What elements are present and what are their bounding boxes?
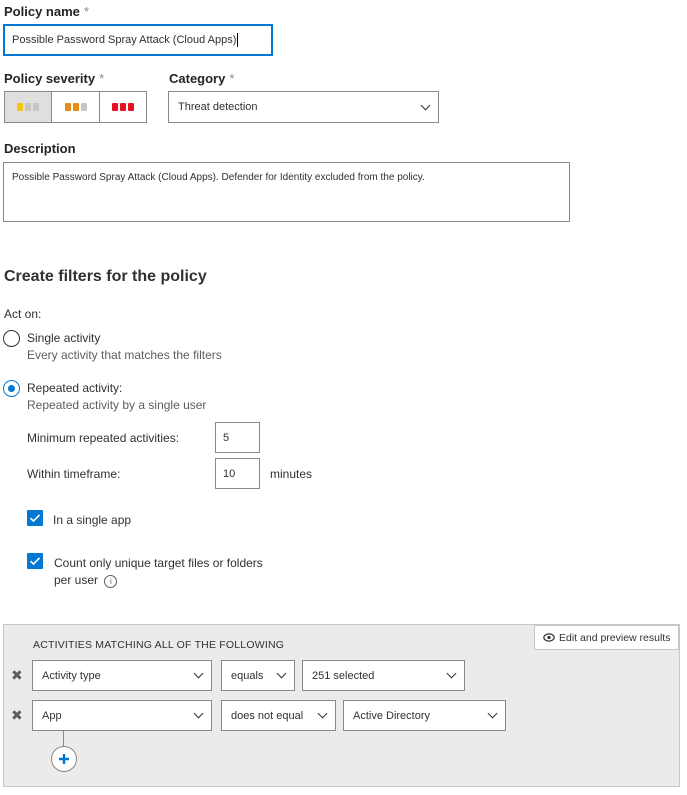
min-repeated-label: Minimum repeated activities: bbox=[27, 431, 180, 445]
severity-bar bbox=[120, 103, 126, 111]
act-on-label: Act on: bbox=[4, 307, 42, 321]
severity-bar bbox=[128, 103, 134, 111]
category-label-text: Category bbox=[169, 71, 226, 86]
severity-medium-button[interactable] bbox=[51, 91, 100, 123]
filters-heading: Create filters for the policy bbox=[4, 268, 207, 285]
required-mark: * bbox=[99, 71, 105, 86]
edit-preview-button[interactable]: Edit and preview results bbox=[534, 625, 679, 650]
row2-field-dropdown[interactable]: App bbox=[32, 700, 212, 731]
severity-high-button[interactable] bbox=[99, 91, 147, 123]
severity-bar bbox=[112, 103, 118, 111]
row1-field-dropdown[interactable]: Activity type bbox=[32, 660, 212, 691]
severity-bar bbox=[33, 103, 39, 111]
row1-operator-value: equals bbox=[231, 669, 264, 682]
required-mark: * bbox=[83, 4, 89, 19]
timeframe-value: 10 bbox=[223, 467, 236, 480]
row1-value-text: 251 selected bbox=[312, 669, 375, 682]
single-app-label[interactable]: In a single app bbox=[53, 513, 131, 527]
row1-value-dropdown[interactable]: 251 selected bbox=[302, 660, 465, 691]
activities-heading: ACTIVITIES MATCHING ALL OF THE FOLLOWING bbox=[33, 639, 285, 651]
category-dropdown[interactable]: Threat detection bbox=[168, 91, 439, 123]
min-repeated-value: 5 bbox=[223, 431, 230, 444]
text-cursor bbox=[237, 33, 239, 47]
remove-row-icon[interactable]: ✖ bbox=[11, 667, 23, 684]
repeated-activity-radio[interactable] bbox=[3, 380, 20, 397]
row2-operator-dropdown[interactable]: does not equal bbox=[221, 700, 336, 731]
edit-preview-label: Edit and preview results bbox=[559, 631, 671, 644]
add-filter-button[interactable] bbox=[51, 746, 77, 772]
severity-bar bbox=[25, 103, 31, 111]
chevron-down-icon bbox=[487, 708, 498, 719]
description-value: Possible Password Spray Attack (Cloud Ap… bbox=[12, 172, 425, 183]
policy-severity-label-text: Policy severity bbox=[4, 71, 96, 86]
row1-field-value: Activity type bbox=[42, 669, 101, 682]
chevron-down-icon bbox=[193, 668, 204, 679]
checkmark-icon bbox=[29, 514, 41, 523]
category-label: Category * bbox=[169, 71, 234, 86]
severity-low-button[interactable] bbox=[4, 91, 52, 123]
min-repeated-input[interactable]: 5 bbox=[215, 422, 260, 453]
severity-bar bbox=[64, 103, 71, 111]
chevron-down-icon bbox=[193, 708, 204, 719]
eye-icon bbox=[543, 633, 555, 642]
remove-row-icon[interactable]: ✖ bbox=[11, 707, 23, 724]
category-value: Threat detection bbox=[178, 101, 258, 113]
severity-bar bbox=[80, 103, 87, 111]
timeframe-input[interactable]: 10 bbox=[215, 458, 260, 489]
timeframe-unit: minutes bbox=[270, 467, 313, 481]
row2-operator-value: does not equal bbox=[231, 709, 304, 722]
severity-bar bbox=[72, 103, 79, 111]
unique-targets-checkbox[interactable] bbox=[27, 553, 43, 569]
chevron-down-icon bbox=[276, 668, 287, 679]
description-label: Description bbox=[4, 141, 76, 156]
row2-field-value: App bbox=[42, 709, 62, 722]
connector-line bbox=[63, 731, 64, 746]
policy-name-label: Policy name * bbox=[4, 4, 89, 19]
unique-targets-label-line2-text: per user bbox=[54, 573, 99, 587]
timeframe-label: Within timeframe: bbox=[27, 467, 121, 481]
plus-icon bbox=[59, 754, 69, 764]
single-activity-description: Every activity that matches the filters bbox=[27, 348, 222, 362]
severity-bar bbox=[17, 103, 23, 111]
chevron-down-icon bbox=[446, 668, 457, 679]
description-textarea[interactable]: Possible Password Spray Attack (Cloud Ap… bbox=[3, 162, 570, 222]
info-icon[interactable]: i bbox=[104, 575, 118, 588]
single-app-checkbox[interactable] bbox=[27, 510, 43, 526]
row1-operator-dropdown[interactable]: equals bbox=[221, 660, 295, 691]
policy-name-value: Possible Password Spray Attack (Cloud Ap… bbox=[12, 34, 237, 46]
row2-value-text: Active Directory bbox=[353, 709, 431, 722]
chevron-down-icon bbox=[420, 100, 431, 110]
single-activity-label[interactable]: Single activity bbox=[27, 331, 100, 345]
policy-name-input[interactable]: Possible Password Spray Attack (Cloud Ap… bbox=[3, 24, 273, 56]
unique-targets-label-line1[interactable]: Count only unique target files or folder… bbox=[54, 556, 263, 570]
row2-value-dropdown[interactable]: Active Directory bbox=[343, 700, 506, 731]
chevron-down-icon bbox=[317, 708, 328, 719]
unique-targets-label-line2: per user i bbox=[54, 573, 118, 588]
required-mark: * bbox=[229, 71, 235, 86]
policy-severity-label: Policy severity * bbox=[4, 71, 104, 86]
repeated-activity-description: Repeated activity by a single user bbox=[27, 398, 207, 412]
checkmark-icon bbox=[29, 557, 41, 566]
single-activity-radio[interactable] bbox=[3, 330, 20, 347]
policy-name-label-text: Policy name bbox=[4, 4, 80, 19]
repeated-activity-label[interactable]: Repeated activity: bbox=[27, 381, 122, 395]
